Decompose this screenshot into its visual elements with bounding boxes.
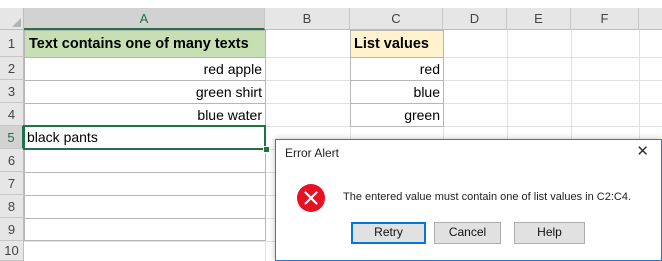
row-header-7[interactable]: 7 xyxy=(0,172,24,195)
cancel-button[interactable]: Cancel xyxy=(434,222,501,244)
row-header-3[interactable]: 3 xyxy=(0,80,24,103)
row-header-10[interactable]: 10 xyxy=(0,241,24,261)
row-header-1[interactable]: 1 xyxy=(0,30,24,57)
select-all-corner[interactable] xyxy=(0,8,24,30)
row-header-6[interactable]: 6 xyxy=(0,149,24,172)
column-header-e[interactable]: E xyxy=(507,8,571,30)
column-header-d[interactable]: D xyxy=(443,8,507,30)
cell-a5-active[interactable]: black pants xyxy=(23,125,266,150)
cell-a9[interactable] xyxy=(24,218,266,241)
row-header-2[interactable]: 2 xyxy=(0,57,24,80)
error-alert-dialog: Error Alert ✕ The entered value must con… xyxy=(275,139,662,261)
cell-a8[interactable] xyxy=(24,195,266,219)
cell-a1-header[interactable]: Text contains one of many texts xyxy=(24,30,266,58)
cell-a6[interactable] xyxy=(24,149,266,173)
column-header-c[interactable]: C xyxy=(350,8,443,30)
row-header-9[interactable]: 9 xyxy=(0,218,24,241)
row-header-8[interactable]: 8 xyxy=(0,195,24,218)
help-button[interactable]: Help xyxy=(514,222,585,244)
close-icon[interactable]: ✕ xyxy=(636,142,649,160)
error-icon xyxy=(297,184,325,212)
dialog-message: The entered value must contain one of li… xyxy=(343,191,631,203)
dialog-title: Error Alert xyxy=(285,146,340,160)
column-header-overflow xyxy=(639,8,662,30)
row-header-5[interactable]: 5 xyxy=(0,126,24,149)
cell-a2[interactable]: red apple xyxy=(24,57,266,81)
corner-triangle-icon xyxy=(12,18,21,27)
retry-button[interactable]: Retry xyxy=(351,222,426,244)
cell-c4[interactable]: green xyxy=(350,103,444,127)
fill-handle[interactable] xyxy=(263,146,270,153)
cell-a4[interactable]: blue water xyxy=(24,103,266,127)
row-header-4[interactable]: 4 xyxy=(0,103,24,126)
cell-c2[interactable]: red xyxy=(350,57,444,81)
cell-a7[interactable] xyxy=(24,172,266,196)
cell-c3[interactable]: blue xyxy=(350,80,444,104)
column-header-f[interactable]: F xyxy=(571,8,639,30)
cell-a3[interactable]: green shirt xyxy=(24,80,266,104)
column-header-b[interactable]: B xyxy=(265,8,350,30)
column-header-a[interactable]: A xyxy=(24,8,265,30)
cell-c1-header[interactable]: List values xyxy=(350,30,444,58)
